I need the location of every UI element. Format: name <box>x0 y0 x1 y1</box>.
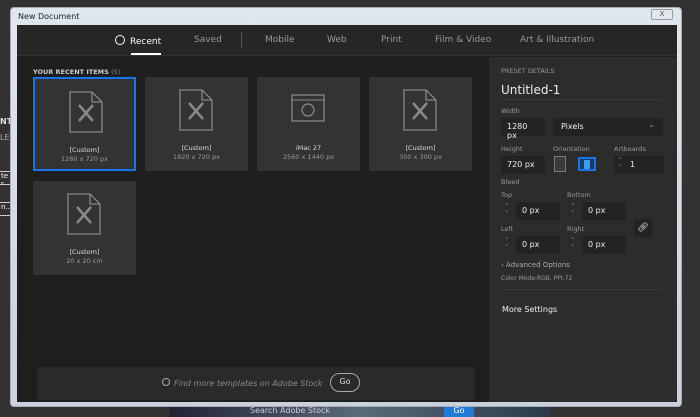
portrait-orientation-button[interactable] <box>554 156 566 172</box>
chevron-down-icon: ⌄ <box>648 120 655 129</box>
stock-search-bar: Find more templates on Adobe Stock Go <box>37 367 475 400</box>
stock-search-input[interactable]: Find more templates on Adobe Stock <box>174 379 322 388</box>
item-name: [Custom] <box>69 146 100 154</box>
item-name: [Custom] <box>181 144 212 152</box>
go-button[interactable]: Go <box>330 373 360 392</box>
document-name-input[interactable]: Untitled-1 <box>501 83 560 97</box>
tab-web[interactable]: Web <box>327 35 347 45</box>
tab-film-video[interactable]: Film & Video <box>435 35 491 45</box>
more-settings-button[interactable]: More Settings <box>502 305 557 314</box>
item-name: iMac 27 <box>295 144 322 152</box>
width-input[interactable]: 1280 px <box>501 118 545 140</box>
link-bleed-icon[interactable]: 🔗︎ <box>634 219 652 237</box>
recent-item-card[interactable]: iMac 27 2560 x 1440 px <box>257 77 360 171</box>
divider <box>501 99 661 100</box>
stepper-icon[interactable]: ˄ ˅ <box>505 238 509 252</box>
recent-item-card[interactable]: [Custom] 1820 x 720 px <box>145 77 248 171</box>
recent-count: (5) <box>111 68 121 76</box>
search-icon <box>162 378 170 386</box>
top-label: Top <box>501 191 512 199</box>
item-size: 300 x 300 px <box>399 153 442 161</box>
recent-item-card[interactable]: [Custom] 20 x 20 cm <box>33 181 136 275</box>
preset-details-panel: PRESET DETAILS Untitled-1 Width 1280 px … <box>489 57 677 402</box>
left-label: Left <box>501 225 514 233</box>
advanced-options-toggle[interactable]: › Advanced Options <box>501 261 570 269</box>
recent-item-card[interactable]: [Custom] 300 x 300 px <box>369 77 472 171</box>
item-size: 2560 x 1440 px <box>282 153 335 161</box>
bleed-label: Bleed <box>501 178 520 186</box>
bg-go-button[interactable]: Go <box>444 406 474 417</box>
tab-bar: Recent Saved Mobile Web Print Film & Vid… <box>17 25 677 56</box>
recent-item-card[interactable]: [Custom] 1280 x 720 px <box>33 77 136 171</box>
stepper-icon[interactable]: ˄ ˅ <box>618 158 622 172</box>
orientation-label: Orientation <box>553 145 590 153</box>
divider <box>501 289 661 290</box>
artboards-label: Artboards <box>614 145 646 153</box>
bleed-top-input[interactable]: 0 px <box>516 202 560 220</box>
stepper-icon[interactable]: ˄ ˅ <box>505 204 509 218</box>
stepper-icon[interactable]: ˄ ˅ <box>571 238 575 252</box>
stepper-icon[interactable]: ˄ ˅ <box>571 204 575 218</box>
preset-heading: PRESET DETAILS <box>501 67 555 75</box>
tab-print[interactable]: Print <box>381 35 402 45</box>
tab-saved[interactable]: Saved <box>194 35 222 45</box>
tab-mobile[interactable]: Mobile <box>265 35 295 45</box>
landscape-orientation-button[interactable] <box>578 157 596 171</box>
new-document-window: New Document X Recent Saved Mobile Web P… <box>10 7 682 407</box>
right-label: Right <box>567 225 585 233</box>
bottom-label: Bottom <box>567 191 591 199</box>
window-title: New Document <box>18 12 80 21</box>
dialog: Recent Saved Mobile Web Print Film & Vid… <box>17 25 677 402</box>
tab-divider <box>241 32 242 48</box>
width-label: Width <box>501 107 520 115</box>
item-size: 20 x 20 cm <box>66 257 103 265</box>
clock-icon <box>115 35 125 45</box>
units-value: Pixels <box>561 122 584 131</box>
bg-stock-search[interactable]: Search Adobe Stock <box>170 406 550 417</box>
height-input[interactable]: 720 px <box>501 156 545 174</box>
tab-recent[interactable]: Recent <box>115 35 162 55</box>
close-button[interactable]: X <box>651 9 673 20</box>
item-name: [Custom] <box>405 144 436 152</box>
item-size: 1280 x 720 px <box>61 155 108 163</box>
recent-heading: YOUR RECENT ITEMS (5) <box>33 68 120 76</box>
bleed-left-input[interactable]: 0 px <box>516 236 560 254</box>
recent-heading-text: YOUR RECENT ITEMS <box>33 68 109 76</box>
color-mode-text: Color Mode:RGB, PPI:72 <box>501 275 573 282</box>
artboards-input[interactable]: 1 <box>614 156 664 174</box>
tab-label: Recent <box>130 37 162 47</box>
item-size: 1820 x 720 px <box>173 153 220 161</box>
height-label: Height <box>501 145 523 153</box>
bleed-bottom-input[interactable]: 0 px <box>582 202 626 220</box>
tab-art-illustration[interactable]: Art & Illustration <box>520 35 594 45</box>
units-select[interactable]: Pixels ⌄ <box>553 118 663 136</box>
advanced-options-label: Advanced Options <box>506 261 570 269</box>
bleed-right-input[interactable]: 0 px <box>582 236 626 254</box>
item-name: [Custom] <box>69 248 100 256</box>
